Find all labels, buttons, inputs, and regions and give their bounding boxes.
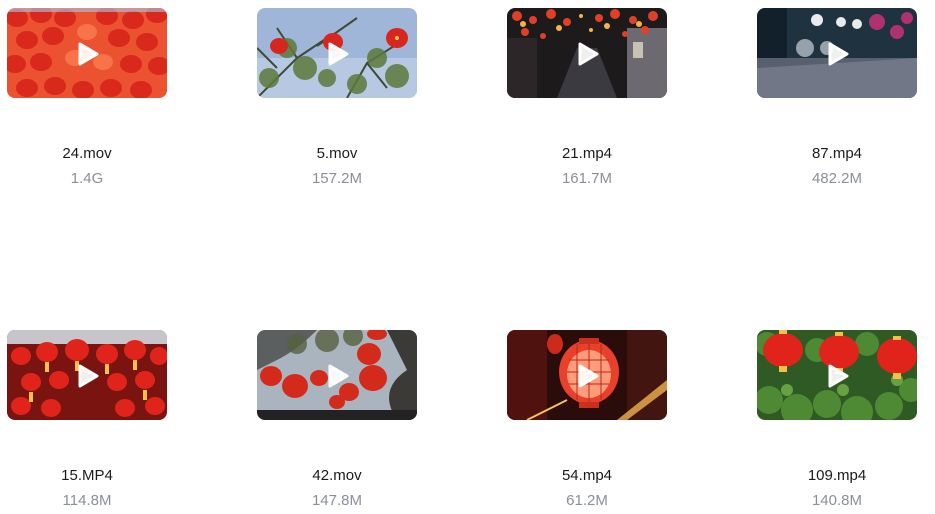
video-tile[interactable]: 21.mp4 161.7M xyxy=(507,8,667,190)
video-thumbnail[interactable] xyxy=(257,8,417,98)
video-filename[interactable]: 5.mov xyxy=(257,144,417,164)
video-filename[interactable]: 21.mp4 xyxy=(507,144,667,164)
video-filename[interactable]: 109.mp4 xyxy=(757,466,917,486)
video-thumbnail[interactable] xyxy=(757,8,917,98)
play-icon[interactable] xyxy=(577,42,599,66)
video-tile[interactable]: 109.mp4 140.8M xyxy=(757,330,917,512)
video-filename[interactable]: 24.mov xyxy=(7,144,167,164)
video-filesize: 147.8M xyxy=(311,492,363,509)
video-grid: 24.mov 1.4G 5.mov 157.2M 21.mp4 161.7M 8… xyxy=(0,0,935,514)
video-thumbnail[interactable] xyxy=(257,330,417,420)
video-filesize: 114.8M xyxy=(62,492,112,509)
video-thumbnail[interactable] xyxy=(507,8,667,98)
video-filename[interactable]: 42.mov xyxy=(257,466,417,486)
video-filesize: 1.4G xyxy=(70,170,104,187)
video-filesize: 61.2M xyxy=(566,492,608,509)
video-thumbnail[interactable] xyxy=(7,8,167,98)
video-filesize: 161.7M xyxy=(561,170,613,187)
video-tile[interactable]: 24.mov 1.4G xyxy=(7,8,167,190)
video-tile[interactable]: 87.mp4 482.2M xyxy=(757,8,917,190)
video-tile[interactable]: 42.mov 147.8M xyxy=(257,330,417,512)
video-filesize: 482.2M xyxy=(811,170,863,187)
play-icon[interactable] xyxy=(827,42,849,66)
play-icon[interactable] xyxy=(827,364,849,388)
video-filename[interactable]: 54.mp4 xyxy=(507,466,667,486)
video-tile[interactable]: 54.mp4 61.2M xyxy=(507,330,667,512)
video-filename[interactable]: 87.mp4 xyxy=(757,144,917,164)
play-icon[interactable] xyxy=(77,364,99,388)
video-tile[interactable]: 5.mov 157.2M xyxy=(257,8,417,190)
video-thumbnail[interactable] xyxy=(757,330,917,420)
video-filesize: 157.2M xyxy=(311,170,363,187)
play-icon[interactable] xyxy=(577,364,599,388)
video-tile[interactable]: 15.MP4 114.8M xyxy=(7,330,167,512)
play-icon[interactable] xyxy=(327,364,349,388)
video-thumbnail[interactable] xyxy=(7,330,167,420)
video-filename[interactable]: 15.MP4 xyxy=(7,466,167,486)
play-icon[interactable] xyxy=(327,42,349,66)
video-filesize: 140.8M xyxy=(811,492,863,509)
video-thumbnail[interactable] xyxy=(507,330,667,420)
play-icon[interactable] xyxy=(77,42,99,66)
